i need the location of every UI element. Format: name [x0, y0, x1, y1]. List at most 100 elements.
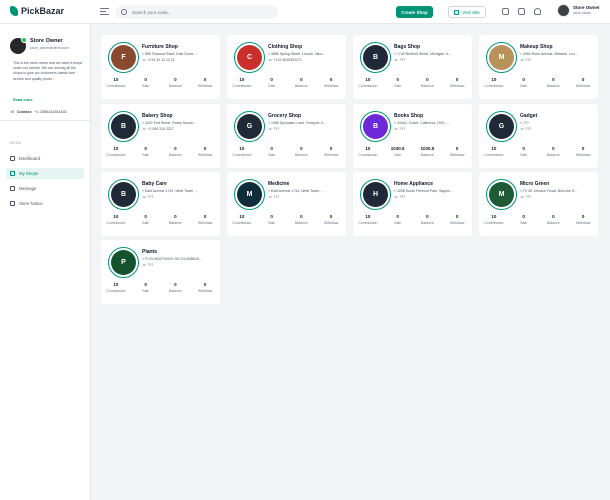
shop-card[interactable]: B Bags Shop ⌖ 1740 Bedford Street, Michiga…	[353, 35, 472, 99]
stat-value: 10	[491, 214, 497, 219]
shop-stat: 0 Withdraw	[442, 214, 472, 225]
stat-label: Balance	[295, 84, 308, 88]
stat-value: 0	[522, 77, 525, 82]
shop-card[interactable]: M Medicine ⌖ East Avenue 1743, West Tower,…	[227, 172, 346, 236]
stat-value: 10	[239, 146, 245, 151]
stat-value: 0	[581, 146, 585, 151]
sidebar-item-label: Message	[19, 186, 37, 191]
shop-stat: 10 Commission	[479, 214, 509, 225]
shop-address: ⌖ 1740 Bedford Street, Michigan, A...	[394, 52, 452, 56]
stat-label: Balance	[421, 84, 434, 88]
stat-label: Commission	[358, 84, 378, 88]
shop-card[interactable]: M Micro Green ⌖ TX 50 Johnson Road, New Ar…	[479, 172, 598, 236]
shop-address-text: 44444, Zurich, California, 2021, ...	[396, 121, 450, 125]
shop-logo: B	[360, 42, 391, 73]
stat-label: Balance	[547, 153, 560, 157]
stat-value: 0	[552, 146, 555, 151]
shop-stat: 10 Commission	[101, 282, 131, 293]
stat-label: Commission	[358, 221, 378, 225]
stat-value: 10	[491, 146, 497, 151]
search-icon	[121, 9, 127, 15]
stat-value: 0	[300, 77, 303, 82]
shop-stat: 0 Withdraw	[316, 77, 346, 88]
shop-stat: 1030.5 Balance	[413, 146, 443, 157]
stat-value: 10	[365, 146, 371, 151]
shop-card[interactable]: B Books Shop ⌖ 44444, Zurich, California, …	[353, 104, 472, 168]
stat-label: Withdraw	[197, 153, 213, 157]
shop-name: Furniture Shop	[142, 44, 178, 50]
stat-label: Withdraw	[449, 221, 465, 225]
sidebar-item-dashboard[interactable]: Dashboard	[6, 153, 84, 164]
owner-contact: ☏ Contact: +1 2365141641631	[10, 109, 67, 115]
shop-phone-text: ???	[399, 195, 406, 199]
stat-value: 0	[174, 282, 177, 287]
shop-card[interactable]: P Plants ⌖ FLYN BOOTWICK 95 COLUMBUS... ☏ ?…	[101, 240, 220, 304]
brand-logo[interactable]: PickBazar	[10, 6, 64, 16]
shop-stat: 0 Withdraw	[568, 214, 598, 225]
sidebar-item-message[interactable]: Message	[6, 183, 84, 194]
shop-card[interactable]: H Home Appliance ⌖ 4258 South Fremont Park…	[353, 172, 472, 236]
stat-label: Withdraw	[323, 153, 339, 157]
shop-address: ⌖ 4422 Fort Street, Rocky Mount,...	[142, 121, 197, 125]
stat-value: 0	[329, 214, 333, 219]
stat-value: 0	[144, 146, 147, 151]
menu-toggle-icon[interactable]	[100, 8, 109, 16]
shop-card[interactable]: M Makeup Shop ⌖ 2960 Rose Avenue, Metairie…	[479, 35, 598, 99]
sidebar-item-label: Dashboard	[19, 156, 41, 161]
stat-value: 10	[113, 77, 119, 82]
notification-bell-icon[interactable]	[534, 8, 541, 15]
shop-card[interactable]: B Baby Care ⌖ East Avenue 1743, West Tower…	[101, 172, 220, 236]
shop-card[interactable]: G Grocery Shop ⌖ 1986 Spinnaker Lane, Free…	[227, 104, 346, 168]
stat-label: Withdraw	[197, 84, 213, 88]
stat-value: 10	[113, 214, 119, 219]
shop-stats: 10 Commission 0 Sale 0 Balance 0 Withdraw	[479, 77, 598, 88]
shop-name: Bakery Shop	[142, 113, 173, 119]
shop-stat: 0 Withdraw	[316, 214, 346, 225]
stat-value: 10	[491, 77, 497, 82]
shop-phone: ☏ +212-9618352271	[268, 58, 302, 62]
shop-stat: 0 Withdraw	[442, 146, 472, 157]
shop-stat: 0 Balance	[413, 214, 443, 225]
visit-site-button[interactable]: Visit Site	[448, 6, 486, 18]
shop-stat: 0 Sale	[509, 77, 539, 88]
sidebar-item-store-notice[interactable]: Store Notice	[6, 198, 84, 209]
stat-label: Commission	[484, 221, 504, 225]
shop-logo-image: M	[237, 182, 262, 207]
shop-card[interactable]: C Clothing Shop ⌖ 4885 Spring Street, Linc…	[227, 35, 346, 99]
stat-value: 0	[270, 77, 273, 82]
shop-icon[interactable]	[502, 8, 509, 15]
shop-logo-image: M	[489, 182, 514, 207]
stat-value: 0	[203, 282, 207, 287]
shop-logo-image: H	[363, 182, 388, 207]
message-icon[interactable]	[518, 8, 525, 15]
shop-phone-text: ???	[525, 127, 532, 131]
shop-card[interactable]: G Gadget ⌖ ??? ☏ ??? 10 Commission 0 Sale 0 Balan…	[479, 104, 598, 168]
stat-label: Withdraw	[449, 153, 465, 157]
shop-phone-text: ???	[399, 58, 406, 62]
shop-stat: 0 Sale	[383, 214, 413, 225]
stat-value: 0	[174, 146, 177, 151]
create-shop-button[interactable]: Create Shop	[396, 6, 433, 18]
stat-value: 0	[426, 214, 429, 219]
search-bar[interactable]	[116, 5, 278, 19]
stat-label: Sale	[142, 153, 150, 157]
stat-label: Withdraw	[323, 221, 339, 225]
shop-stat: 0 Withdraw	[316, 146, 346, 157]
shop-card[interactable]: F Furniture Shop ⌖ 588 Finwood Road, East …	[101, 35, 220, 99]
stat-label: Sale	[268, 84, 276, 88]
shop-logo: M	[486, 179, 517, 210]
read-more-link[interactable]: Read more	[13, 98, 33, 102]
stat-value: 0	[522, 146, 525, 151]
search-input[interactable]	[132, 9, 272, 15]
stat-label: Commission	[484, 153, 504, 157]
sidebar-item-my-shops[interactable]: My Shops	[6, 168, 84, 179]
shop-logo-image: F	[111, 45, 136, 70]
profile-menu[interactable]: Store Owner store owner	[557, 4, 600, 17]
stat-value: 0	[455, 214, 459, 219]
shop-card[interactable]: B Bakery Shop ⌖ 4422 Fort Street, Rocky Mo…	[101, 104, 220, 168]
shop-stat: 0 Sale	[383, 77, 413, 88]
stat-label: Balance	[295, 221, 308, 225]
shop-logo-image: B	[111, 114, 136, 139]
stat-label: Commission	[358, 153, 378, 157]
shop-address-text: 4258 South Fremont Park, Sappin...	[396, 189, 453, 193]
